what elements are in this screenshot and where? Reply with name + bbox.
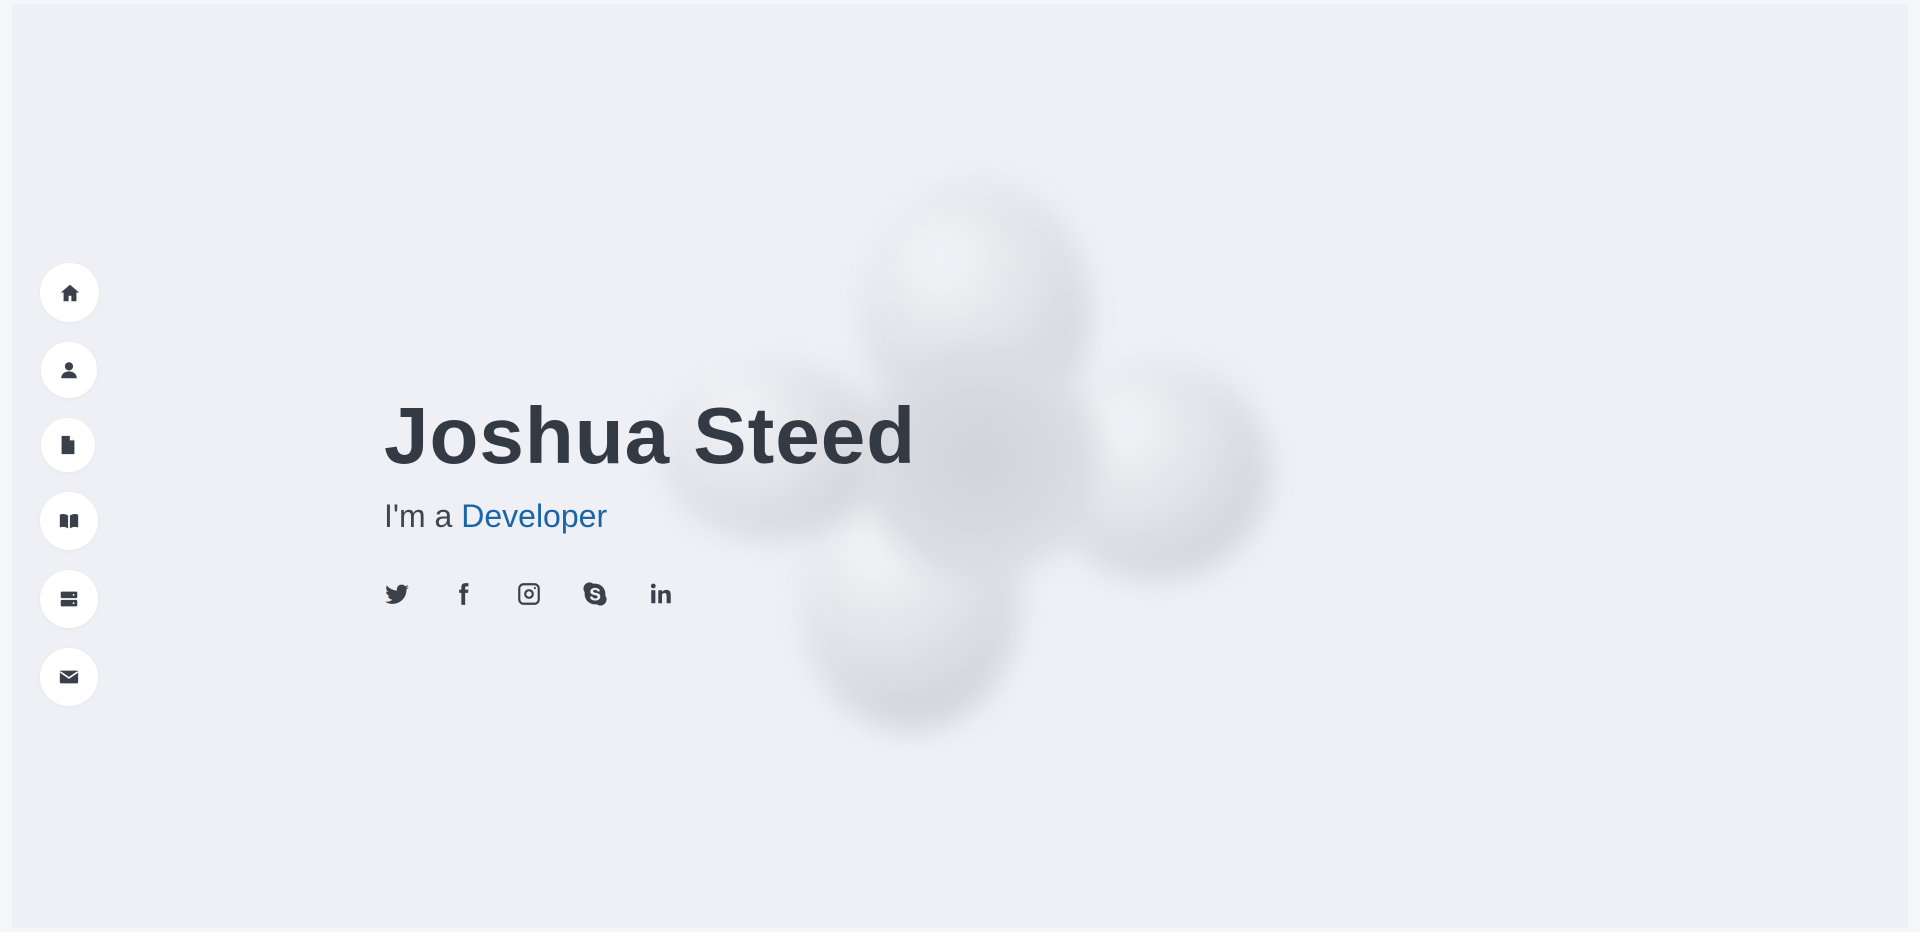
linkedin-link[interactable] — [648, 581, 678, 611]
twitter-icon — [385, 584, 409, 604]
hero-name: Joshua Steed — [384, 391, 917, 480]
hero-section: Joshua Steed I'm a Developer — [384, 390, 916, 611]
side-navigation — [40, 263, 99, 726]
user-icon — [61, 362, 77, 379]
nav-home-button[interactable] — [40, 263, 99, 322]
file-icon — [61, 435, 75, 455]
facebook-link[interactable] — [450, 581, 480, 611]
subtitle-prefix: I'm a — [384, 498, 453, 534]
nav-about-button[interactable] — [41, 342, 97, 398]
subtitle-role: Developer — [461, 498, 608, 534]
envelope-icon — [59, 670, 79, 684]
nav-contact-button[interactable] — [40, 648, 98, 706]
social-links — [384, 581, 916, 611]
nav-services-button[interactable] — [40, 570, 98, 628]
linkedin-icon — [650, 583, 671, 604]
nav-portfolio-button[interactable] — [40, 492, 98, 550]
hero-subtitle: I'm a Developer — [384, 498, 916, 535]
instagram-link[interactable] — [516, 581, 546, 611]
book-icon — [59, 513, 79, 529]
instagram-icon — [518, 583, 540, 605]
home-icon — [60, 284, 79, 301]
skype-icon — [583, 582, 607, 606]
server-icon — [60, 591, 78, 607]
nav-resume-button[interactable] — [41, 418, 95, 472]
twitter-link[interactable] — [384, 581, 414, 611]
skype-link[interactable] — [582, 581, 612, 611]
facebook-icon — [459, 583, 469, 605]
